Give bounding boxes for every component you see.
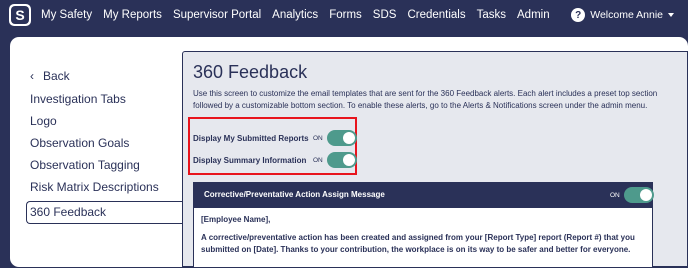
toggle-row-summary-information: Display Summary Information <box>193 153 306 167</box>
toggle-knob <box>343 154 355 166</box>
logo-letter: S <box>11 6 29 24</box>
chevron-left-icon: ‹ <box>30 69 34 83</box>
app-logo-icon[interactable]: S <box>9 4 31 26</box>
nav-link-tasks[interactable]: Tasks <box>477 9 506 21</box>
feedback-content: 360 Feedback Use this screen to customiz… <box>182 51 688 268</box>
sidebar-item-investigation-tabs[interactable]: Investigation Tabs <box>30 92 126 106</box>
toggle-label-summary-information: Display Summary Information <box>193 155 307 165</box>
page-description: Use this screen to customize the email t… <box>193 89 658 110</box>
nav-links: My Safety My Reports Supervisor Portal A… <box>41 0 561 30</box>
alert-message-text: A corrective/preventative action has bee… <box>201 233 635 254</box>
nav-link-sds[interactable]: SDS <box>373 9 397 21</box>
chevron-down-icon[interactable] <box>668 13 674 17</box>
toggle-state-submitted-reports: ON <box>313 135 323 142</box>
nav-link-my-safety[interactable]: My Safety <box>41 9 92 21</box>
back-label: Back <box>43 69 70 83</box>
main-panel: ‹ Back Investigation Tabs Logo Observatio… <box>10 37 688 268</box>
welcome-label[interactable]: Welcome Annie <box>590 9 663 21</box>
nav-link-my-reports[interactable]: My Reports <box>103 9 162 21</box>
user-menu[interactable]: ? Welcome Annie <box>571 0 674 30</box>
alert-greeting: [Employee Name], <box>201 215 271 224</box>
nav-link-admin[interactable]: Admin <box>517 9 550 21</box>
toggle-label-submitted-reports: Display My Submitted Reports <box>193 133 309 143</box>
alert-toggle-switch[interactable] <box>624 187 654 203</box>
nav-link-analytics[interactable]: Analytics <box>272 9 318 21</box>
alert-message-body[interactable]: [Employee Name], A corrective/preventati… <box>201 214 641 262</box>
sidebar: ‹ Back Investigation Tabs Logo Observatio… <box>10 37 186 267</box>
nav-link-credentials[interactable]: Credentials <box>407 9 465 21</box>
help-icon[interactable]: ? <box>571 8 586 22</box>
toggle-switch-submitted-reports[interactable] <box>327 130 357 146</box>
sidebar-item-risk-matrix-descriptions[interactable]: Risk Matrix Descriptions <box>30 180 159 194</box>
sidebar-item-logo[interactable]: Logo <box>30 114 57 128</box>
toggle-state-summary-information: ON <box>313 157 323 164</box>
sidebar-item-360-feedback[interactable]: 360 Feedback <box>30 205 106 219</box>
toggle-knob <box>343 132 355 144</box>
top-nav: S My Safety My Reports Supervisor Portal… <box>0 0 688 30</box>
sidebar-item-observation-goals[interactable]: Observation Goals <box>30 136 129 150</box>
page-title: 360 Feedback <box>193 62 308 82</box>
alert-header: Corrective/Preventative Action Assign Me… <box>194 183 654 208</box>
sidebar-item-observation-tagging[interactable]: Observation Tagging <box>30 158 140 172</box>
nav-link-supervisor-portal[interactable]: Supervisor Portal <box>173 9 261 21</box>
back-link[interactable]: ‹ Back <box>30 69 70 83</box>
alert-template-card: Corrective/Preventative Action Assign Me… <box>193 182 654 268</box>
toggle-switch-summary-information[interactable] <box>327 152 357 168</box>
nav-link-forms[interactable]: Forms <box>329 9 362 21</box>
alert-toggle-state: ON <box>610 192 620 199</box>
toggle-row-submitted-reports: Display My Submitted Reports <box>193 131 309 145</box>
toggle-knob <box>640 189 652 201</box>
alert-title: Corrective/Preventative Action Assign Me… <box>204 190 385 199</box>
